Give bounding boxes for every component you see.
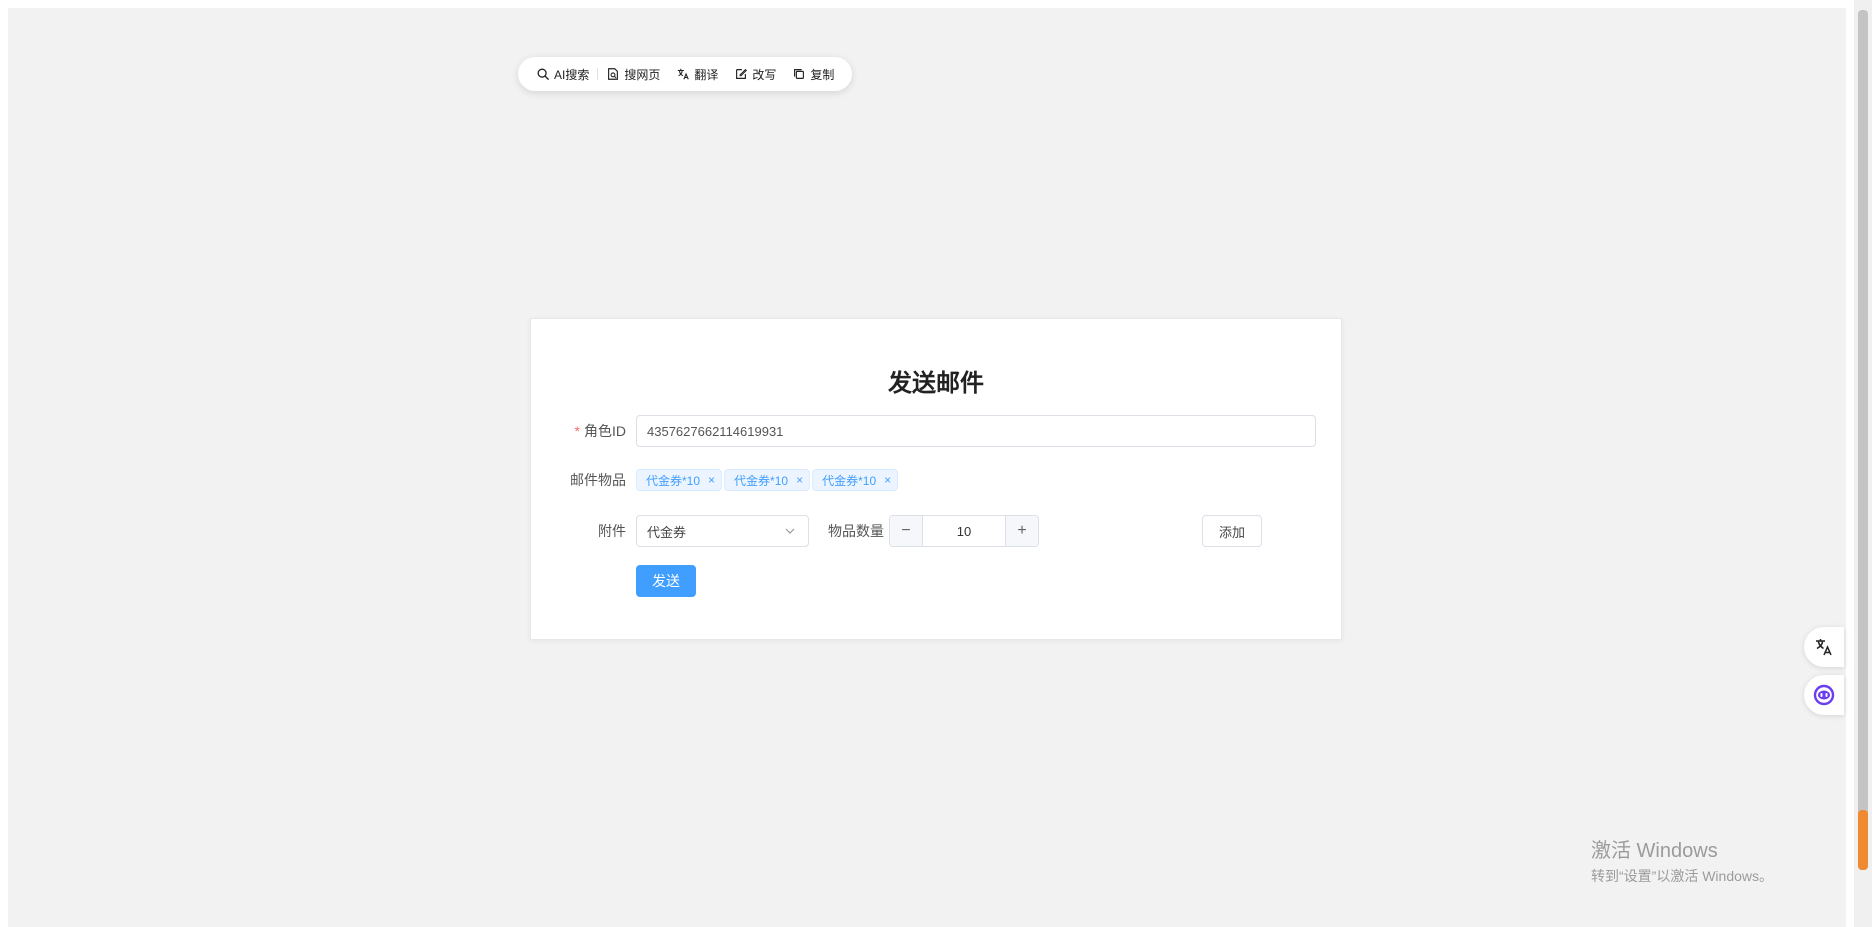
tag-close-icon[interactable]: × <box>708 473 715 487</box>
translate-label: 翻译 <box>694 67 719 82</box>
mail-items-label: 邮件物品 <box>570 472 626 488</box>
watermark-subtitle: 转到“设置”以激活 Windows。 <box>1591 868 1774 884</box>
item-tag: 代金券*10 × <box>812 469 899 491</box>
edit-icon <box>736 68 748 79</box>
copy-icon <box>794 69 805 79</box>
scroll-indicator <box>1858 810 1868 870</box>
page-title: 发送邮件 <box>888 370 984 397</box>
watermark-title: 激活 Windows <box>1591 840 1718 862</box>
tag-close-icon[interactable]: × <box>884 473 891 487</box>
tag-close-icon[interactable]: × <box>796 473 803 487</box>
assistant-widget-button[interactable] <box>1804 675 1844 715</box>
decrease-button[interactable]: − <box>890 516 923 546</box>
add-button[interactable]: 添加 <box>1202 515 1262 547</box>
item-tag-label: 代金券*10 <box>734 473 789 488</box>
ai-search-label: AI搜索 <box>554 67 590 82</box>
translate-icon <box>678 68 690 80</box>
translate-button[interactable]: 翻译 <box>668 57 726 91</box>
send-button[interactable]: 发送 <box>636 565 696 597</box>
attachment-selected-value: 代金券 <box>647 524 687 540</box>
role-id-label: * 角色ID <box>526 415 626 447</box>
quantity-label: 物品数量 <box>828 523 884 539</box>
quantity-value[interactable]: 10 <box>923 516 1005 546</box>
item-tag: 代金券*10 × <box>724 469 811 491</box>
vertical-scrollbar[interactable] <box>1854 0 1872 927</box>
web-search-button[interactable]: 搜网页 <box>598 57 668 91</box>
increase-button[interactable]: + <box>1005 516 1038 546</box>
copy-button[interactable]: 复制 <box>784 57 842 91</box>
translate-widget-button[interactable] <box>1804 627 1844 667</box>
copy-label: 复制 <box>810 67 835 82</box>
ai-search-button[interactable]: AI搜索 <box>528 57 597 91</box>
web-search-label: 搜网页 <box>624 67 661 82</box>
windows-watermark: 激活 Windows 转到“设置”以激活 Windows。 <box>1591 838 1773 886</box>
required-mark: * <box>574 423 580 439</box>
item-tag: 代金券*10 × <box>636 469 723 491</box>
rewrite-button[interactable]: 改写 <box>726 57 784 91</box>
rewrite-label: 改写 <box>752 67 777 82</box>
translate-icon <box>1816 639 1832 656</box>
robot-icon <box>1813 684 1835 706</box>
quantity-stepper: − 10 + <box>889 515 1039 547</box>
scrollbar-thumb[interactable] <box>1858 10 1868 870</box>
web-search-icon <box>608 68 619 80</box>
item-tag-label: 代金券*10 <box>822 473 877 488</box>
page-background: AI搜索 搜网页 翻译 改写 复制 发送邮件 *角色ID 邮件物品 <box>8 8 1846 927</box>
selection-toolbar: AI搜索 搜网页 翻译 改写 复制 <box>518 57 853 91</box>
attachment-label: 附件 <box>598 523 626 539</box>
role-id-label-text: 角色ID <box>584 423 626 439</box>
mail-items-tags: 代金券*10 × 代金券*10 × 代金券*10 × <box>636 469 900 491</box>
item-tag-label: 代金券*10 <box>646 473 701 488</box>
search-icon <box>537 68 549 80</box>
role-id-input[interactable] <box>636 415 1316 447</box>
send-mail-card: 发送邮件 *角色ID 邮件物品 代金券*10 × 代金券*10 × 代金券*10… <box>530 318 1342 640</box>
